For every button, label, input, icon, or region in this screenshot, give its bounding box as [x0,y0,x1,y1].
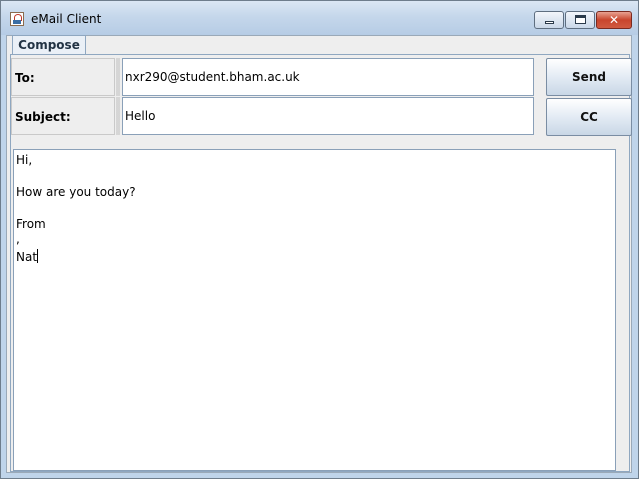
body-line: How are you today? [16,185,136,199]
body-line: From [16,217,46,231]
compose-panel: To: nxr290@student.bham.ac.uk Send Subje… [10,54,632,472]
text-caret [37,249,39,263]
close-icon: ✕ [608,13,620,27]
cc-button[interactable]: CC [546,98,632,136]
java-cup-icon[interactable] [10,12,24,26]
to-field-value: nxr290@student.bham.ac.uk [125,70,300,84]
email-client-window: eMail Client ✕ Compose To: nxr290@studen… [0,0,639,479]
body-line: Nat [16,250,38,264]
client-area: Compose To: nxr290@student.bham.ac.uk Se… [6,35,632,473]
maximize-button[interactable] [565,11,595,29]
subject-field[interactable]: Hello [122,97,534,135]
minimize-icon [545,21,554,24]
body-line: Hi, [16,153,33,167]
maximize-icon [575,15,586,24]
split-handle-to[interactable] [116,58,120,96]
send-button[interactable]: Send [546,58,632,96]
message-body-textarea[interactable]: Hi, How are you today? From , Nat [13,149,616,471]
tab-compose[interactable]: Compose [12,35,86,55]
subject-label: Subject: [11,97,115,135]
close-button[interactable]: ✕ [596,11,632,29]
window-title: eMail Client [31,12,102,26]
subject-field-value: Hello [125,109,156,123]
to-field[interactable]: nxr290@student.bham.ac.uk [122,58,534,96]
minimize-button[interactable] [534,11,564,29]
body-last-line: Nat [16,249,39,264]
title-bar[interactable]: eMail Client ✕ [1,1,638,35]
split-handle-subject[interactable] [116,97,120,135]
body-line: , [16,232,20,246]
to-label: To: [11,58,115,96]
